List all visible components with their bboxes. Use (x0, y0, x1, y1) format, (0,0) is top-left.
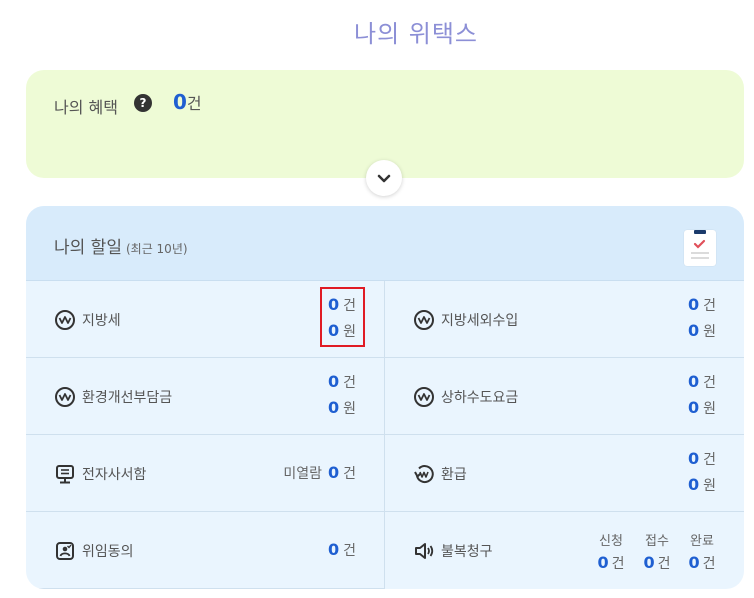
todo-item-water-fee[interactable]: 상하수도요금 0건 0원 (385, 358, 744, 435)
help-icon[interactable]: ? (134, 94, 152, 112)
todo-panel: 나의 할일 (최근 10년) 지방세 0건 0원 지방세외수입 0건 0원 환경… (26, 206, 744, 589)
stage-label: 완료 (690, 534, 714, 549)
stage-count[interactable]: 0건 (591, 553, 631, 573)
amount-value[interactable]: 0원 (328, 321, 356, 341)
todo-item-non-tax-revenue[interactable]: 지방세외수입 0건 0원 (385, 281, 744, 358)
won-coin-icon (414, 387, 434, 407)
won-coin-icon (414, 310, 434, 330)
amount-value[interactable]: 0원 (688, 321, 716, 341)
count-value[interactable]: 0건 (688, 449, 716, 469)
todo-item-label: 환급 (441, 467, 467, 483)
stage-count[interactable]: 0건 (682, 553, 722, 573)
chevron-down-icon (377, 174, 391, 182)
count-value[interactable]: 0건 (328, 540, 356, 560)
count-value[interactable]: 0건 (688, 295, 716, 315)
clipboard-check-icon (684, 230, 716, 266)
todo-item-label: 위임동의 (82, 544, 134, 560)
todo-item-delegation[interactable]: 위임동의 0건 (26, 512, 385, 589)
count-value[interactable]: 0건 (328, 295, 356, 315)
stage-label: 접수 (645, 534, 669, 549)
todo-item-label: 상하수도요금 (441, 390, 519, 406)
stage-count[interactable]: 0건 (637, 553, 677, 573)
kiosk-icon (56, 465, 74, 484)
todo-item-label: 전자사서함 (82, 467, 147, 483)
page-title: 나의 위택스 (353, 20, 479, 48)
amount-value[interactable]: 0원 (688, 398, 716, 418)
expand-button[interactable] (366, 160, 402, 196)
amount-value[interactable]: 0원 (688, 475, 716, 495)
todo-item-refund[interactable]: 환급 0건 0원 (385, 435, 744, 512)
refund-icon (414, 465, 434, 483)
todo-item-label: 지방세외수입 (441, 313, 519, 329)
consent-icon (56, 542, 74, 560)
todo-item-e-mailbox[interactable]: 전자사서함 미열람 0 건 (26, 435, 385, 512)
won-coin-icon (55, 387, 75, 407)
won-coin-icon (55, 310, 75, 330)
todo-header: 나의 할일 (최근 10년) (26, 206, 744, 281)
amount-value[interactable]: 0원 (328, 398, 356, 418)
todo-item-environment-charge[interactable]: 환경개선부담금 0건 0원 (26, 358, 385, 435)
benefit-label: 나의 혜택 (54, 98, 118, 117)
todo-item-label: 지방세 (82, 313, 121, 329)
count-value[interactable]: 0건 (328, 372, 356, 392)
todo-item-local-tax[interactable]: 지방세 0건 0원 (26, 281, 385, 358)
todo-item-label: 불복청구 (441, 544, 493, 560)
unread-count-value[interactable]: 미열람 0 건 (283, 463, 356, 483)
todo-item-appeal[interactable]: 불복청구 신청 0건 접수 0건 완료 0건 (385, 512, 744, 589)
count-value[interactable]: 0건 (688, 372, 716, 392)
todo-item-label: 환경개선부담금 (82, 390, 173, 406)
stage-label: 신청 (599, 534, 623, 549)
megaphone-icon (415, 543, 434, 559)
benefit-count[interactable]: 0건 (173, 90, 202, 114)
todo-period: (최근 10년) (125, 242, 188, 256)
todo-title: 나의 할일 (최근 10년) (54, 238, 188, 258)
